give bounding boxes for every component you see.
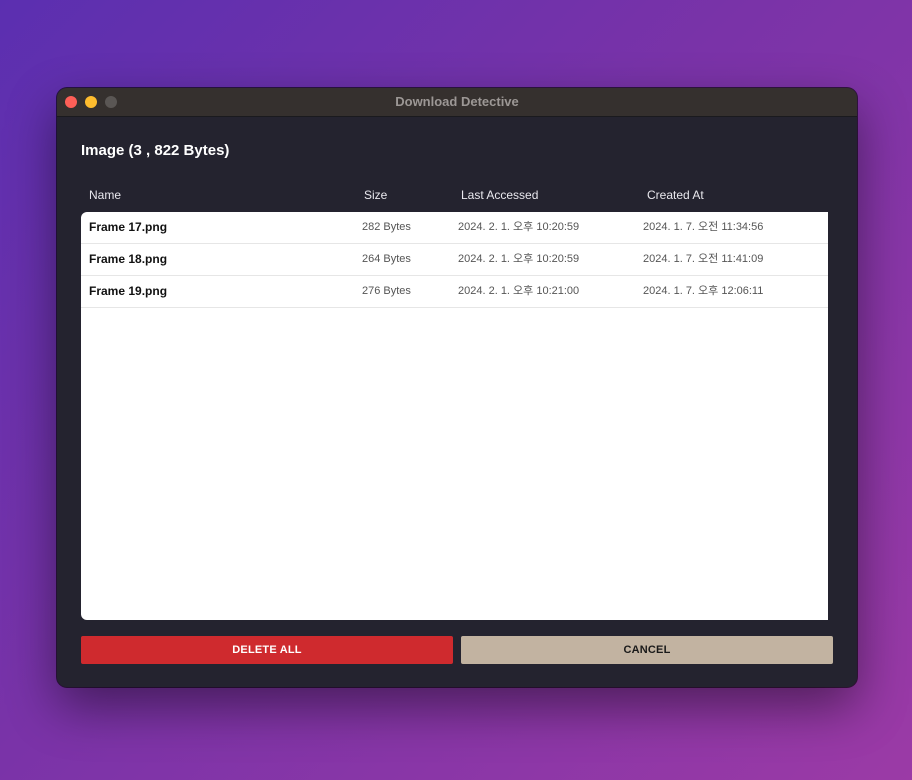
- column-header-name[interactable]: Name: [89, 188, 121, 202]
- file-table: Frame 17.png 282 Bytes 2024. 2. 1. 오후 10…: [81, 212, 828, 620]
- file-created-at: 2024. 1. 7. 오후 12:06:11: [643, 285, 764, 297]
- file-name: Frame 19.png: [89, 284, 168, 298]
- file-size: 276 Bytes: [362, 285, 411, 297]
- app-window: Download Detective Image (3 , 822 Bytes)…: [57, 88, 857, 687]
- column-header-created-at[interactable]: Created At: [647, 188, 704, 202]
- file-last-accessed: 2024. 2. 1. 오후 10:20:59: [458, 221, 580, 233]
- column-header-size[interactable]: Size: [364, 188, 387, 202]
- file-size: 282 Bytes: [362, 221, 411, 233]
- cancel-button[interactable]: CANCEL: [461, 636, 833, 664]
- file-created-at: 2024. 1. 7. 오전 11:34:56: [643, 221, 764, 233]
- column-header-last-accessed[interactable]: Last Accessed: [461, 188, 538, 202]
- table-row[interactable]: Frame 18.png 264 Bytes 2024. 2. 1. 오후 10…: [81, 244, 828, 276]
- file-name: Frame 18.png: [89, 252, 168, 266]
- file-created-at: 2024. 1. 7. 오전 11:41:09: [643, 253, 764, 265]
- delete-all-button[interactable]: DELETE ALL: [81, 636, 453, 664]
- title-bar: Download Detective: [57, 88, 857, 117]
- category-heading: Image (3 , 822 Bytes): [81, 142, 230, 159]
- table-row[interactable]: Frame 19.png 276 Bytes 2024. 2. 1. 오후 10…: [81, 276, 828, 308]
- window-title: Download Detective: [395, 94, 519, 109]
- table-row[interactable]: Frame 17.png 282 Bytes 2024. 2. 1. 오후 10…: [81, 212, 828, 244]
- file-last-accessed: 2024. 2. 1. 오후 10:21:00: [458, 285, 580, 297]
- file-last-accessed: 2024. 2. 1. 오후 10:20:59: [458, 253, 580, 265]
- file-name: Frame 17.png: [89, 220, 168, 234]
- file-size: 264 Bytes: [362, 253, 411, 265]
